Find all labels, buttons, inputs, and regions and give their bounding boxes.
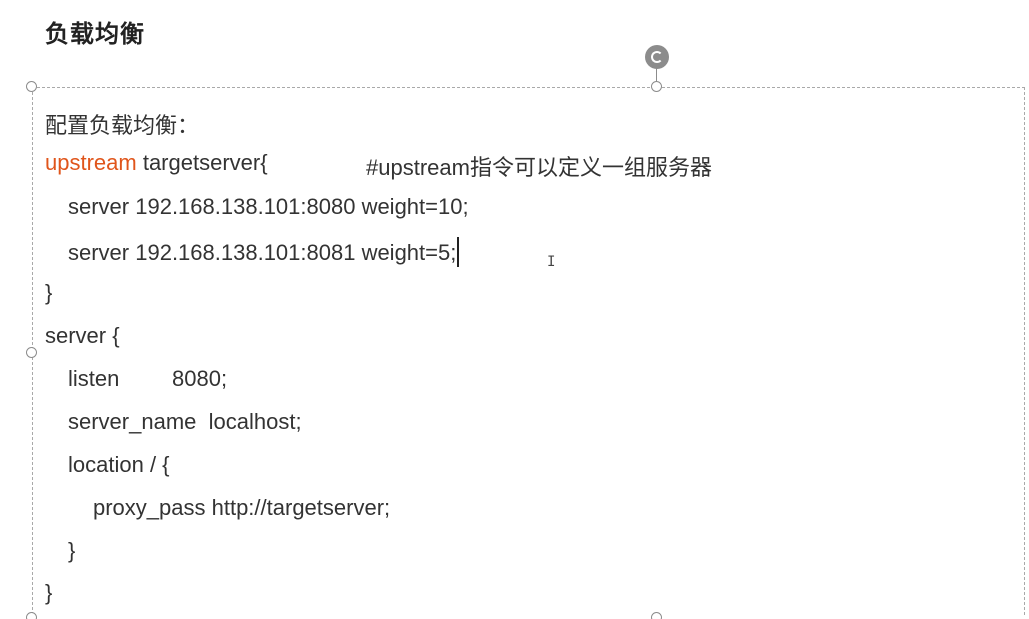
- proxy-pass-directive: proxy_pass http://targetserver;: [93, 495, 391, 520]
- resize-handle-top-middle[interactable]: [651, 81, 662, 92]
- resize-handle-bottom-left[interactable]: [26, 612, 37, 619]
- location-block-open: location / {: [68, 452, 170, 477]
- closing-brace-upstream: }: [45, 280, 53, 305]
- closing-brace-location: }: [68, 538, 76, 563]
- upstream-line: upstream targetserver{: [45, 150, 268, 176]
- closing-brace-server: }: [45, 580, 53, 605]
- server-name-directive: server_name localhost;: [68, 409, 302, 434]
- i-beam-pointer-icon: I: [547, 254, 556, 270]
- listen-value: 8080;: [172, 366, 228, 391]
- resize-handle-bottom-middle[interactable]: [651, 612, 662, 619]
- text-cursor-icon: [457, 237, 460, 267]
- server-entry-2-text: server 192.168.138.101:8081 weight=5;: [68, 240, 457, 265]
- listen-directive: listen: [68, 366, 120, 391]
- intro-line: 配置负载均衡：: [45, 113, 200, 138]
- server-entry-2: server 192.168.138.101:8081 weight=5;: [68, 237, 460, 267]
- resize-handle-top-left[interactable]: [26, 81, 37, 92]
- upstream-name: targetserver{: [136, 150, 268, 175]
- rotate-handle-icon[interactable]: [645, 45, 669, 69]
- upstream-keyword: upstream: [45, 150, 137, 175]
- server-block-open: server {: [45, 323, 120, 348]
- rotate-handle-stem: [656, 68, 657, 82]
- upstream-comment: #upstream指令可以定义一组服务器: [366, 155, 712, 180]
- page-title: 负载均衡: [45, 20, 145, 48]
- resize-handle-middle-left[interactable]: [26, 347, 37, 358]
- server-entry-1: server 192.168.138.101:8080 weight=10;: [68, 194, 469, 219]
